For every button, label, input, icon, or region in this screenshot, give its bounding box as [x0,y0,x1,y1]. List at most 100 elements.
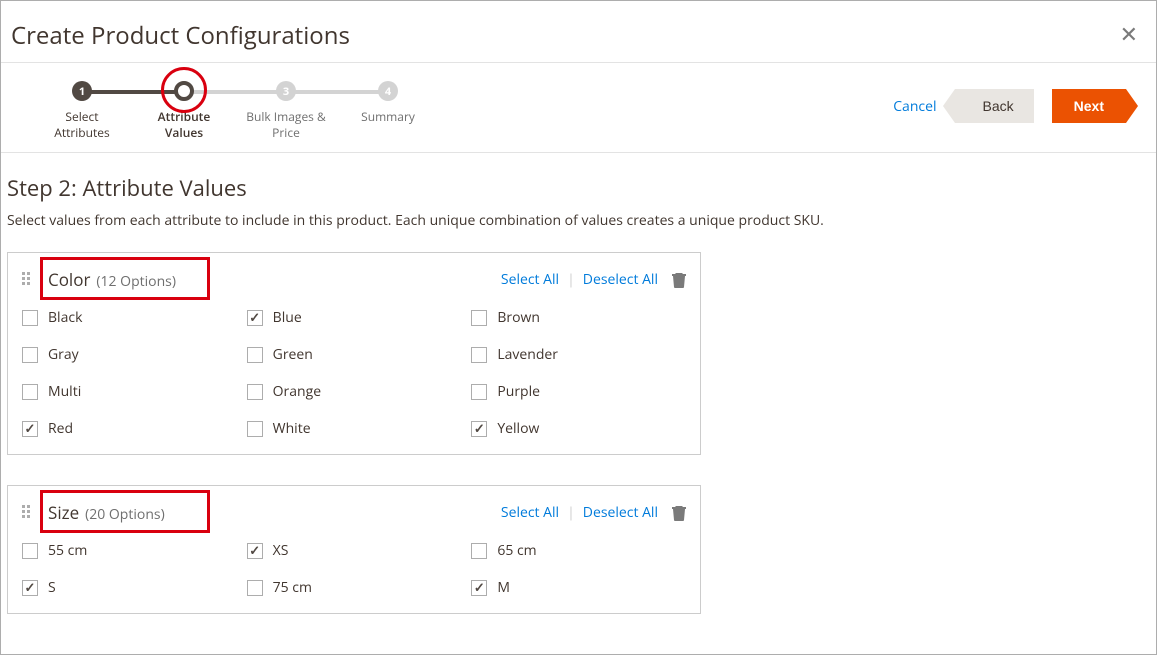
attribute-header: Color (12 Options) Select All | Deselect All [22,265,686,294]
option-green[interactable]: Green [247,345,462,364]
option-label: Red [48,419,73,438]
close-icon[interactable]: ✕ [1120,23,1138,45]
modal-title: Create Product Configurations [11,19,1126,52]
option-white[interactable]: White [247,419,462,438]
step-description: Select values from each attribute to inc… [7,211,1146,230]
option-blue[interactable]: Blue [247,308,462,327]
option-label: Orange [273,382,321,401]
wizard-steps: 1 Select Attributes 2 Attribute Values 3 Bulk… [31,81,439,140]
deselect-all-link[interactable]: Deselect All [583,503,658,522]
option-label: S [48,578,56,597]
attribute-title-wrap: Color (12 Options) [44,265,184,294]
checkbox[interactable] [22,347,38,363]
next-button[interactable]: Next [1052,89,1126,123]
attribute-name: Size [48,501,79,524]
delete-icon[interactable] [672,272,686,288]
checkbox[interactable] [22,543,38,559]
step-connector [82,90,184,94]
checkbox[interactable] [247,543,263,559]
modal-header: Create Product Configurations ✕ [1,1,1156,62]
option-label: Green [273,345,313,364]
checkbox[interactable] [22,310,38,326]
option-55-cm[interactable]: 55 cm [22,541,237,560]
checkbox[interactable] [471,421,487,437]
wizard-actions: Cancel Back Next [893,89,1126,123]
wizard-toolbar: 1 Select Attributes 2 Attribute Values 3 Bulk… [1,62,1156,153]
attribute-count: (20 Options) [85,505,165,524]
option-yellow[interactable]: Yellow [471,419,686,438]
option-red[interactable]: Red [22,419,237,438]
step-label: Select Attributes [54,109,110,140]
checkbox[interactable] [22,384,38,400]
option-label: XS [273,541,289,560]
option-multi[interactable]: Multi [22,382,237,401]
checkbox[interactable] [247,310,263,326]
select-all-link[interactable]: Select All [501,270,559,289]
attribute-box-color: Color (12 Options) Select All | Deselect All… [7,252,701,455]
options-grid: 55 cm XS 65 cm S 75 cm M [22,541,686,597]
attribute-header: Size (20 Options) Select All | Deselect All [22,498,686,527]
delete-icon[interactable] [672,505,686,521]
option-label: 65 cm [497,541,536,560]
attribute-header-right: Select All | Deselect All [501,270,686,289]
options-grid: Black Blue Brown Gray Green Lavender Multi Oran… [22,308,686,438]
option-purple[interactable]: Purple [471,382,686,401]
step-number: 4 [378,81,398,101]
option-label: Yellow [497,419,539,438]
checkbox[interactable] [471,347,487,363]
drag-handle-icon[interactable] [22,505,34,521]
separator: | [567,503,575,522]
step-number: 2 [174,81,194,101]
checkbox[interactable] [471,580,487,596]
wizard-step-1[interactable]: 1 Select Attributes [31,81,133,140]
option-label: Black [48,308,82,327]
option-65-cm[interactable]: 65 cm [471,541,686,560]
attribute-count: (12 Options) [96,272,176,291]
option-label: White [273,419,311,438]
option-75-cm[interactable]: 75 cm [247,578,462,597]
option-label: 75 cm [273,578,312,597]
option-label: Lavender [497,345,558,364]
checkbox[interactable] [247,384,263,400]
step-number: 1 [72,81,92,101]
attribute-box-size: Size (20 Options) Select All | Deselect All 5… [7,485,701,614]
step-number: 3 [276,81,296,101]
attribute-header-left: Size (20 Options) [22,498,173,527]
option-s[interactable]: S [22,578,237,597]
checkbox[interactable] [471,543,487,559]
option-gray[interactable]: Gray [22,345,237,364]
wizard-step-4[interactable]: 4 Summary [337,81,439,125]
step-label: Bulk Images & Price [246,109,326,140]
option-brown[interactable]: Brown [471,308,686,327]
option-black[interactable]: Black [22,308,237,327]
option-xs[interactable]: XS [247,541,462,560]
option-label: 55 cm [48,541,87,560]
option-label: Multi [48,382,81,401]
drag-handle-icon[interactable] [22,272,34,288]
checkbox[interactable] [471,310,487,326]
option-m[interactable]: M [471,578,686,597]
deselect-all-link[interactable]: Deselect All [583,270,658,289]
checkbox[interactable] [22,421,38,437]
step-title: Step 2: Attribute Values [7,173,1146,203]
checkbox[interactable] [247,421,263,437]
attribute-name: Color [48,268,90,291]
step-label: Summary [361,109,415,125]
attribute-header-left: Color (12 Options) [22,265,184,294]
option-orange[interactable]: Orange [247,382,462,401]
attribute-header-right: Select All | Deselect All [501,503,686,522]
select-all-link[interactable]: Select All [501,503,559,522]
cancel-link[interactable]: Cancel [893,97,936,116]
checkbox[interactable] [247,347,263,363]
separator: | [567,270,575,289]
option-label: Blue [273,308,302,327]
option-label: Gray [48,345,79,364]
create-product-configurations-modal: Create Product Configurations ✕ 1 Select … [0,0,1157,655]
checkbox[interactable] [247,580,263,596]
checkbox[interactable] [471,384,487,400]
option-lavender[interactable]: Lavender [471,345,686,364]
checkbox[interactable] [22,580,38,596]
back-button[interactable]: Back [955,89,1034,123]
step-label: Attribute Values [158,109,211,140]
step-connector [286,90,388,94]
